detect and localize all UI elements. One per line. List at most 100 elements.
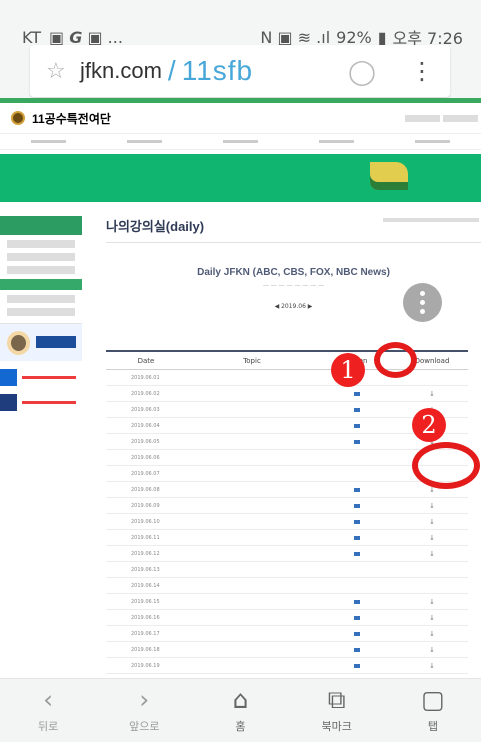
signal-icons: N ▣ ≋ .ıl: [260, 27, 331, 47]
carrier-label: KT: [22, 27, 42, 47]
forward-button[interactable]: › 앞으로: [96, 679, 192, 742]
play-button[interactable]: Play: [353, 551, 361, 556]
listen-cell: Play: [318, 599, 396, 605]
annotation-marker-1: 1: [331, 353, 365, 387]
back-arrow-icon: ‹: [43, 685, 54, 714]
floating-menu-icon[interactable]: [403, 283, 442, 322]
site-name[interactable]: 11공수특전여단: [32, 110, 111, 127]
annotation-marker-2: 2: [412, 408, 446, 442]
listen-cell: Play: [318, 551, 396, 557]
user-profile-card: [0, 323, 82, 361]
download-icon[interactable]: ↓: [396, 646, 468, 654]
listen-cell: Play: [318, 647, 396, 653]
url-separator: /: [167, 55, 176, 86]
table-row: 2019.06.05Play↓: [106, 434, 468, 450]
header-small-links[interactable]: [405, 114, 481, 122]
main-menu[interactable]: [0, 133, 481, 150]
star-icon[interactable]: ☆: [46, 59, 80, 84]
date-cell: 2019.06.04: [131, 422, 160, 429]
date-cell: 2019.06.10: [131, 518, 160, 525]
overflow-menu-icon[interactable]: ⋮: [410, 59, 434, 83]
home-button[interactable]: ⌂ 홈: [192, 679, 288, 742]
sidebar-link[interactable]: [7, 240, 75, 248]
site-header: 11공수특전여단: [0, 103, 481, 133]
chart-icon: [0, 393, 17, 411]
play-button[interactable]: Play: [353, 663, 361, 668]
date-cell: 2019.06.13: [131, 566, 160, 573]
play-button[interactable]: Play: [353, 423, 361, 428]
play-button[interactable]: Play: [353, 503, 361, 508]
sidebar-banner-link[interactable]: [0, 368, 82, 386]
date-cell: 2019.06.16: [131, 614, 160, 621]
play-button[interactable]: Play: [353, 519, 361, 524]
listen-cell: Play: [318, 487, 396, 493]
tabs-label: 탭: [427, 720, 438, 733]
play-button[interactable]: Play: [353, 439, 361, 444]
annotation-ring-1: [374, 342, 417, 378]
play-button[interactable]: Play: [353, 647, 361, 652]
sidebar-banner-link[interactable]: [0, 393, 82, 411]
url-host: jfkn.com: [80, 58, 162, 83]
table-row: 2019.06.14: [106, 578, 468, 594]
download-icon[interactable]: ↓: [396, 518, 468, 526]
date-cell: 2019.06.02: [131, 390, 160, 397]
sidebar-link[interactable]: [7, 253, 75, 261]
table-row: 2019.06.15 Play ↓: [106, 594, 468, 610]
course-title: Daily JFKN (ABC, CBS, FOX, NBC News): [197, 267, 390, 278]
sidebar-link[interactable]: [7, 295, 75, 303]
breadcrumb[interactable]: [383, 218, 479, 222]
battery-percentage: 92%: [336, 27, 372, 47]
title-divider: [106, 242, 481, 243]
play-button[interactable]: Play: [353, 615, 361, 620]
reload-icon[interactable]: ◯: [348, 57, 376, 86]
play-button[interactable]: Play: [353, 391, 361, 396]
table-row: 2019.06.10 Play ↓: [106, 514, 468, 530]
date-cell: 2019.06.01: [131, 374, 160, 381]
date-cell: 2019.06.07: [131, 470, 160, 477]
banner-mark: [370, 162, 408, 190]
play-button[interactable]: Play: [353, 487, 361, 492]
download-icon[interactable]: ↓: [396, 550, 468, 558]
date-cell: 2019.06.15: [131, 598, 160, 605]
home-icon: ⌂: [232, 685, 249, 714]
sidebar-link[interactable]: [7, 308, 75, 316]
download-icon[interactable]: ↓: [396, 662, 468, 670]
sidebar-heading: [0, 216, 82, 235]
table-row: 2019.06.18 Play ↓: [106, 642, 468, 658]
mobile-browser-screen: KT ▣ 𝙂 ▣ ... N ▣ ≋ .ıl 92% ▮ 오후 7:26 ☆ j…: [0, 0, 481, 742]
download-icon[interactable]: ↓: [396, 390, 468, 398]
download-icon[interactable]: ↓: [396, 614, 468, 622]
url-path: 11sfb: [181, 55, 254, 86]
tabs-button[interactable]: ▢ 탭: [385, 679, 481, 742]
avatar: [7, 331, 30, 355]
download-icon[interactable]: ↓: [396, 598, 468, 606]
date-cell: 2019.06.05: [131, 438, 160, 445]
annotation-ring-2: [412, 442, 480, 489]
play-button[interactable]: Play: [353, 535, 361, 540]
notification-icons: ▣ 𝙂 ▣ ...: [49, 27, 123, 47]
table-row: 2019.06.01: [106, 370, 468, 386]
play-button[interactable]: Play: [353, 631, 361, 636]
back-label: 뒤로: [37, 720, 59, 733]
listen-cell: Play: [318, 439, 396, 445]
address-bar[interactable]: ☆ jfkn.com / 11sfb ◯ ⋮: [30, 45, 450, 97]
play-button[interactable]: Play: [353, 407, 361, 412]
table-row: 2019.06.02 Play ↓: [106, 386, 468, 402]
table-row: 2019.06.09 Play ↓: [106, 498, 468, 514]
listen-cell: Play: [318, 503, 396, 509]
back-button[interactable]: ‹ 뒤로: [0, 679, 96, 742]
play-button[interactable]: Play: [353, 599, 361, 604]
listen-cell: Play: [318, 423, 396, 429]
date-cell: 2019.06.18: [131, 646, 160, 653]
download-icon[interactable]: ↓: [396, 534, 468, 542]
listen-cell: Play: [318, 535, 396, 541]
download-icon[interactable]: ↓: [396, 630, 468, 638]
battery-icon: ▮: [377, 27, 387, 47]
browser-bottom-nav: ‹ 뒤로 › 앞으로 ⌂ 홈 ⧉ 북마크 ▢ 탭: [0, 678, 481, 742]
forward-arrow-icon: ›: [139, 685, 150, 714]
sidebar-link[interactable]: [7, 266, 75, 274]
download-icon[interactable]: ↓: [396, 502, 468, 510]
profile-badge: [36, 336, 76, 348]
bookmarks-button[interactable]: ⧉ 북마크: [289, 679, 385, 742]
date-column-header: Date: [137, 356, 155, 365]
